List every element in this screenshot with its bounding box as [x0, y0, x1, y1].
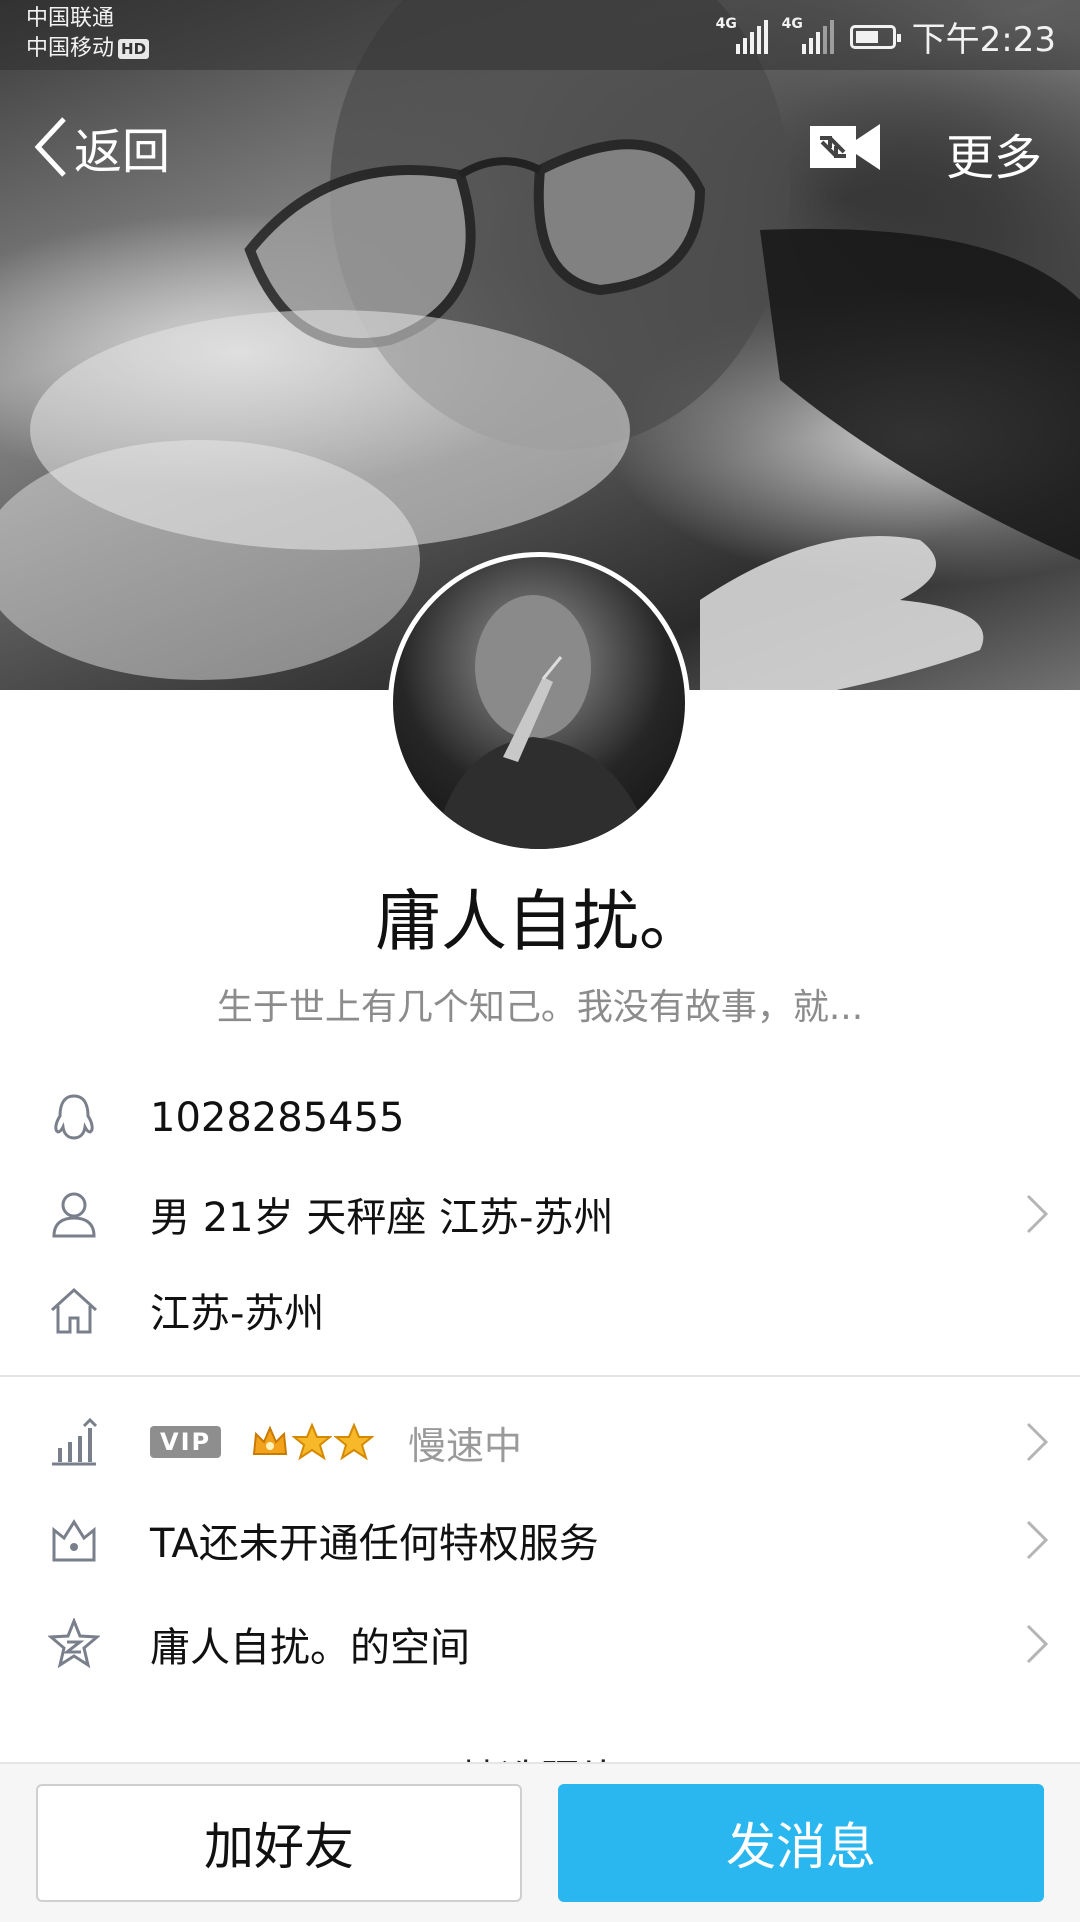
- vip-level-row[interactable]: VIP 慢速中: [0, 1402, 1080, 1482]
- qzone-row[interactable]: 庸人自扰。的空间: [0, 1604, 1080, 1684]
- hometown: 江苏-苏州: [150, 1291, 325, 1337]
- video-call-icon: [810, 124, 880, 170]
- star-icon: [334, 1422, 374, 1461]
- status-bar: 中国联通 中国移动 HD 4G 4G 下午2:23: [0, 0, 1080, 70]
- battery-icon: [849, 24, 901, 49]
- chevron-right-icon: [1026, 1520, 1049, 1560]
- add-friend-button[interactable]: 加好友: [36, 1784, 522, 1902]
- basic-info-row[interactable]: 男 21岁 天秤座 江苏-苏州: [0, 1174, 1080, 1254]
- signature[interactable]: 生于世上有几个知己。我没有故事，就...: [0, 978, 1080, 1030]
- signal-icon-2: 4G: [782, 16, 834, 54]
- qzone-star-icon: [48, 1618, 100, 1669]
- star-icon: [292, 1422, 332, 1461]
- avatar-photo: [433, 595, 653, 849]
- section-heading-peek: 精选照片: [0, 1748, 1080, 1762]
- basic-info: 男 21岁 天秤座 江苏-苏州: [150, 1195, 614, 1241]
- hd-badge: HD: [118, 39, 150, 59]
- avatar[interactable]: [388, 552, 690, 854]
- nickname: 庸人自扰。: [375, 883, 705, 960]
- privilege-row[interactable]: TA还未开通任何特权服务: [0, 1500, 1080, 1580]
- carrier-2: 中国移动: [26, 36, 115, 61]
- qq-number: 1028285455: [150, 1095, 405, 1141]
- level-chart-icon: [52, 1417, 98, 1466]
- chevron-right-icon: [1026, 1194, 1049, 1234]
- bottom-action-bar: 加好友 发消息: [0, 1762, 1080, 1922]
- vip-status: 慢速中: [408, 1423, 523, 1468]
- vip-level-icons: [250, 1422, 374, 1462]
- video-call-button[interactable]: [806, 118, 882, 176]
- carrier-info: 中国联通 中国移动 HD: [26, 4, 150, 64]
- privilege-crown-icon: [52, 1519, 96, 1562]
- hometown-row: 江苏-苏州: [0, 1270, 1080, 1350]
- signal-icon-1: 4G: [716, 16, 768, 54]
- vip-badge: VIP: [150, 1426, 222, 1458]
- privilege-text: TA还未开通任何特权服务: [150, 1521, 599, 1567]
- home-icon: [50, 1287, 98, 1334]
- carrier-1: 中国联通: [26, 6, 115, 31]
- section-divider: [0, 1375, 1080, 1377]
- network-type-1: 4G: [715, 15, 737, 32]
- back-button[interactable]: 返回: [30, 112, 170, 182]
- chevron-left-icon: [34, 117, 66, 177]
- qzone-text: 庸人自扰。的空间: [150, 1625, 470, 1671]
- qq-number-row: 1028285455: [0, 1078, 1080, 1158]
- penguin-icon: [54, 1094, 94, 1140]
- person-icon: [52, 1192, 96, 1238]
- send-message-button[interactable]: 发消息: [558, 1784, 1044, 1902]
- chevron-right-icon: [1026, 1624, 1049, 1664]
- chevron-right-icon: [1026, 1422, 1049, 1462]
- crown-icon: [252, 1425, 288, 1455]
- back-label: 返回: [74, 124, 171, 180]
- network-type-2: 4G: [781, 15, 803, 32]
- status-time: 下午2:23: [911, 20, 1056, 60]
- more-button[interactable]: 更多: [946, 118, 1042, 188]
